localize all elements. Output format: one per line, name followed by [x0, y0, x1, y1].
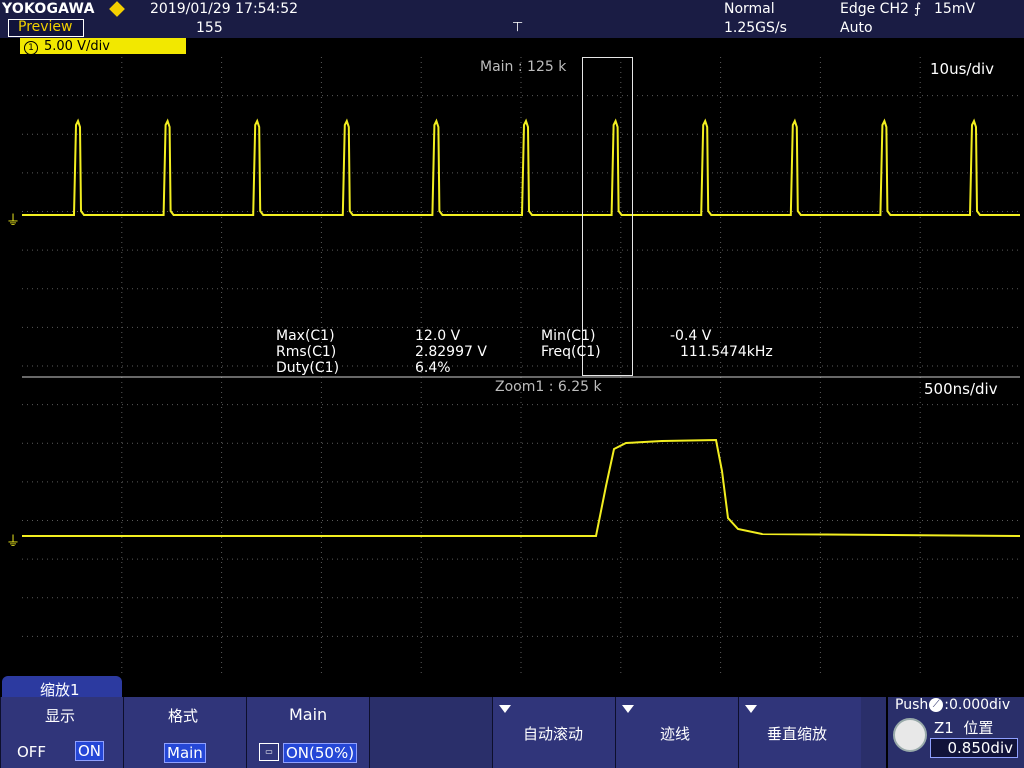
- channel1-number: 1: [24, 41, 38, 55]
- channel1-scale-value: 5.00 V/div: [44, 39, 110, 54]
- datetime: 2019/01/29 17:54:52: [150, 1, 299, 17]
- meas-value: 6.4%: [415, 360, 451, 376]
- acq-mode: Normal: [724, 1, 775, 17]
- knob-push-label: Push ⟋:0.000div: [895, 697, 1010, 713]
- push-reset-icon: ⟋: [929, 698, 944, 712]
- ground-marker-icon: ⏚: [6, 213, 20, 229]
- main-title: Main: [289, 705, 328, 724]
- display-off[interactable]: OFF: [17, 743, 46, 761]
- push-text: Push: [895, 697, 929, 713]
- meas-name: Duty(C1): [276, 360, 340, 376]
- vertical-zoom-label: 垂直缩放: [767, 725, 828, 743]
- display-softkey[interactable]: 显示 OFF ON: [0, 697, 123, 768]
- push-value: :0.000div: [944, 697, 1011, 713]
- meas-value: -0.4 V: [670, 328, 712, 344]
- format-value: Main: [164, 743, 206, 763]
- format-softkey[interactable]: 格式 Main: [123, 697, 246, 768]
- meas-name: Min(C1): [541, 328, 596, 344]
- zoom-timebase: 500ns/div: [924, 380, 998, 398]
- knob-parameter: Z1 位置: [934, 717, 993, 738]
- auto-scroll-label: 自动滚动: [523, 725, 584, 743]
- submenu-arrow-icon: [622, 705, 634, 713]
- zoom-window-icon: ▭: [259, 743, 279, 761]
- meas-name: Rms(C1): [276, 344, 337, 360]
- empty-softkey: [369, 697, 492, 768]
- meas-name: Freq(C1): [541, 344, 601, 360]
- ground-marker-icon: ⏚: [6, 534, 20, 550]
- zoom-window-label: Zoom1 : 6.25 k: [495, 379, 602, 395]
- submenu-arrow-icon: [499, 705, 511, 713]
- main-softkey[interactable]: Main ▭ ON(50%): [246, 697, 369, 768]
- knob-param-z: Z1: [934, 719, 954, 737]
- trace-softkey[interactable]: 迹线: [615, 697, 738, 768]
- auto-scroll-softkey[interactable]: 自动滚动: [492, 697, 615, 768]
- main-window-label: Main : 125 k: [480, 59, 567, 75]
- position-value[interactable]: 0.850div: [930, 738, 1018, 758]
- main-value: ON(50%): [283, 743, 358, 763]
- rising-edge-icon: ⨍: [914, 1, 922, 17]
- meas-value: 12.0 V: [415, 328, 461, 344]
- trace-label: 迹线: [660, 725, 691, 743]
- waveform-display[interactable]: [22, 57, 1020, 675]
- meas-value: 2.82997 V: [415, 344, 487, 360]
- preview-label: Preview: [18, 19, 73, 35]
- rotary-knob-icon[interactable]: [893, 718, 927, 752]
- trigger-source: Edge CH2: [840, 1, 909, 17]
- meas-value: 111.5474kHz: [680, 344, 773, 360]
- display-title: 显示: [45, 707, 76, 725]
- main-timebase: 10us/div: [930, 60, 995, 78]
- trigger-mode: Auto: [840, 20, 873, 36]
- sample-rate: 1.25GS/s: [724, 20, 787, 36]
- meas-name: Max(C1): [276, 328, 335, 344]
- submenu-arrow-icon: [745, 705, 757, 713]
- format-title: 格式: [168, 707, 199, 725]
- channel1-scale: 1 5.00 V/div: [24, 39, 110, 55]
- knob-param-name: 位置: [963, 719, 994, 737]
- vertical-zoom-softkey[interactable]: 垂直缩放: [738, 697, 861, 768]
- waveform-grid: [22, 57, 1020, 675]
- trigger-level: 15mV: [934, 1, 976, 17]
- acquisition-count: 155: [196, 20, 223, 36]
- display-on[interactable]: ON: [75, 741, 105, 761]
- brand-logo: YOKOGAWA: [2, 1, 95, 17]
- trigger-position-icon: ⊤: [512, 20, 524, 35]
